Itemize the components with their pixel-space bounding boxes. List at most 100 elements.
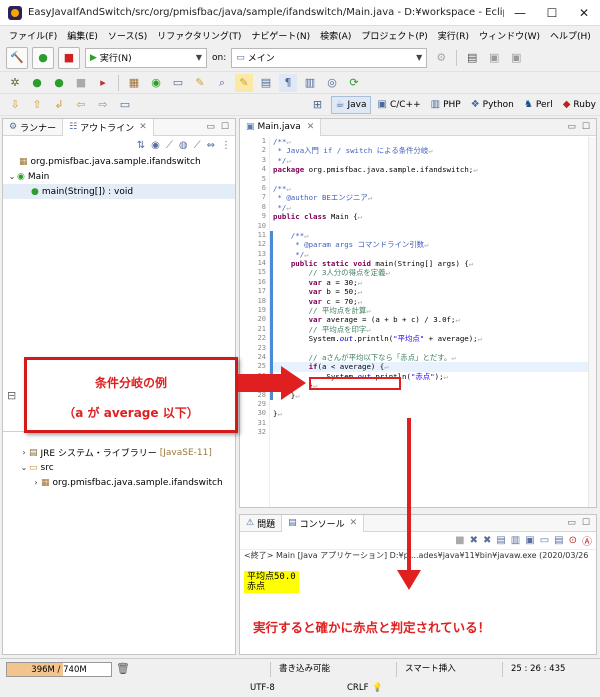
new-icon[interactable]: ▤ bbox=[463, 49, 481, 67]
expand-chevron-icon[interactable]: ⌄ bbox=[19, 463, 29, 472]
hide-local-icon[interactable]: ⟋ bbox=[194, 140, 201, 151]
next-annotation-icon[interactable]: ⇩ bbox=[6, 96, 24, 114]
run-icon[interactable]: ● bbox=[28, 74, 46, 92]
code-line[interactable]: }↵ bbox=[273, 391, 596, 400]
open-type-icon[interactable]: ▭ bbox=[169, 74, 187, 92]
editor-scrollbar[interactable] bbox=[588, 137, 596, 507]
back-arrow-icon[interactable]: ⇦ bbox=[72, 96, 90, 114]
close-icon[interactable]: ✕ bbox=[350, 518, 358, 528]
close-icon[interactable]: ✕ bbox=[307, 122, 315, 132]
stop-icon[interactable]: ■ bbox=[58, 46, 80, 69]
code-line[interactable]: /**↵ bbox=[273, 137, 596, 146]
code-line[interactable]: public static void main(String[] args) {… bbox=[273, 259, 596, 268]
menu-run[interactable]: 実行(R) bbox=[433, 29, 474, 42]
menu-edit[interactable]: 編集(E) bbox=[62, 29, 103, 42]
external-tools-icon[interactable]: ▸ bbox=[94, 74, 112, 92]
menu-window[interactable]: ウィンドウ(W) bbox=[474, 29, 545, 42]
minimize-icon[interactable]: ▭ bbox=[567, 518, 576, 528]
remove-launch-icon[interactable]: ✖ bbox=[470, 535, 478, 546]
minimize-icon[interactable]: ▭ bbox=[206, 122, 215, 132]
new-class-icon[interactable]: ◉ bbox=[147, 74, 165, 92]
menu-source[interactable]: ソース(S) bbox=[103, 29, 152, 42]
code-line[interactable]: var average = (a + b + c) / 3.0f;↵ bbox=[273, 315, 596, 324]
block-select-icon[interactable]: ▥ bbox=[301, 74, 319, 92]
open-perspective-icon[interactable]: ⊞ bbox=[309, 96, 327, 114]
code-line[interactable]: /**↵ bbox=[273, 184, 596, 193]
perspective-php[interactable]: ▥ PHP bbox=[427, 96, 465, 114]
code-line[interactable]: * Java入門 if / switch による条件分岐↵ bbox=[273, 146, 596, 155]
tree-item-package-src[interactable]: › ▦ org.pmisfbac.java.sample.ifandswitch bbox=[3, 475, 235, 490]
coverage-icon[interactable]: ● bbox=[50, 74, 68, 92]
tree-item-class[interactable]: ⌄ ◉ Main bbox=[3, 169, 235, 184]
editor-body[interactable]: 1 2 3 4 5 6 7 8 9 10 11 12 13 14 15 16 17 18 19 20 21 22 23 24 2… bbox=[240, 137, 596, 507]
gear-icon[interactable]: ⚙ bbox=[432, 49, 450, 67]
pin-console-icon[interactable]: ▣ bbox=[525, 535, 534, 546]
display-console-icon[interactable]: ▭ bbox=[540, 535, 549, 546]
save-icon[interactable]: ▣ bbox=[485, 49, 503, 67]
forward-arrow-icon[interactable]: ⇨ bbox=[94, 96, 112, 114]
save-all-icon[interactable]: ▣ bbox=[507, 49, 525, 67]
tab-console[interactable]: ▤ コンソール ✕ bbox=[281, 514, 365, 532]
highlight-icon[interactable]: ✎ bbox=[235, 73, 253, 92]
perspective-perl[interactable]: ♞ Perl bbox=[520, 96, 557, 114]
word-wrap-icon[interactable]: ▥ bbox=[511, 535, 520, 546]
new-java-project-icon[interactable]: ▦ bbox=[125, 74, 143, 92]
package-explorer-icon[interactable]: ⊟ bbox=[7, 389, 16, 402]
code-line[interactable]: */↵ bbox=[273, 250, 596, 259]
tree-item-src[interactable]: ⌄ ▭ src bbox=[3, 460, 235, 475]
code-line[interactable]: }↵ bbox=[273, 409, 596, 418]
hide-nonpublic-icon[interactable]: ◍ bbox=[179, 140, 188, 151]
code-line[interactable]: var c = 70;↵ bbox=[273, 297, 596, 306]
perspective-python[interactable]: ❖ Python bbox=[467, 96, 518, 114]
tab-runner[interactable]: ⚙ ランナー bbox=[3, 119, 62, 136]
search-icon[interactable]: ⌕ bbox=[213, 74, 231, 92]
code-line[interactable] bbox=[273, 428, 596, 437]
home-icon[interactable]: ⊙ bbox=[569, 535, 577, 546]
menu-project[interactable]: プロジェクト(P) bbox=[356, 29, 432, 42]
maximize-button[interactable]: ☐ bbox=[536, 6, 568, 20]
toggle-mark-icon[interactable]: ▤ bbox=[257, 74, 275, 92]
refresh-icon[interactable]: ⟳ bbox=[345, 74, 363, 92]
code-line[interactable]: if(a < average) {↵ bbox=[273, 362, 596, 372]
hide-fields-icon[interactable]: ◉ bbox=[151, 140, 160, 151]
terminate-icon[interactable]: ■ bbox=[72, 74, 90, 92]
menu-navigate[interactable]: ナビゲート(N) bbox=[246, 29, 315, 42]
minimize-icon[interactable]: ▭ bbox=[567, 122, 576, 132]
code-line[interactable]: var a = 30;↵ bbox=[273, 278, 596, 287]
terminate-icon[interactable]: ■ bbox=[455, 535, 464, 546]
heap-status[interactable]: 396M / 740M bbox=[6, 662, 112, 677]
perspective-java[interactable]: ☕ Java bbox=[330, 95, 372, 114]
code-line[interactable]: // 平均点を印字↵ bbox=[273, 325, 596, 334]
tab-problems[interactable]: ⚠ 問題 bbox=[240, 515, 281, 532]
menu-refactor[interactable]: リファクタリング(T) bbox=[152, 29, 246, 42]
code-line[interactable]: */↵ bbox=[273, 203, 596, 212]
pen-icon[interactable]: ✎ bbox=[191, 74, 209, 92]
code-line[interactable]: * @author BEエンジニア↵ bbox=[273, 193, 596, 202]
expand-chevron-icon[interactable]: › bbox=[19, 448, 29, 457]
link-icon[interactable]: ⇔ bbox=[207, 140, 215, 151]
minimize-button[interactable]: — bbox=[504, 6, 536, 20]
code-line[interactable]: public class Main {↵ bbox=[273, 212, 596, 221]
code-line[interactable] bbox=[273, 344, 596, 353]
code-line[interactable]: // 平均点を計算↵ bbox=[273, 306, 596, 315]
pin-editor-icon[interactable]: ▭ bbox=[116, 96, 134, 114]
hide-static-icon[interactable]: ⟋ bbox=[166, 140, 173, 151]
open-console-icon[interactable]: ▤ bbox=[554, 535, 563, 546]
tree-item-package[interactable]: ▦ org.pmisfbac.java.sample.ifandswitch bbox=[3, 154, 235, 169]
expand-chevron-icon[interactable]: ⌄ bbox=[7, 172, 17, 181]
code-line[interactable]: var b = 50;↵ bbox=[273, 287, 596, 296]
web-browser-icon[interactable]: ◎ bbox=[323, 74, 341, 92]
perspective-ruby[interactable]: ◆ Ruby bbox=[559, 96, 600, 114]
code-line[interactable]: /**↵ bbox=[273, 231, 596, 240]
sort-icon[interactable]: ⇅ bbox=[137, 140, 145, 151]
maximize-icon[interactable]: ☐ bbox=[221, 122, 229, 132]
code-line[interactable]: * @param args コマンドライン引数↵ bbox=[273, 240, 596, 249]
debug-bug-icon[interactable]: ✲ bbox=[6, 74, 24, 92]
tab-main-java[interactable]: ▣ Main.java ✕ bbox=[240, 118, 322, 136]
amazon-icon[interactable]: Ⓐ bbox=[582, 533, 592, 548]
code-line[interactable] bbox=[273, 222, 596, 231]
prev-annotation-icon[interactable]: ⇧ bbox=[28, 96, 46, 114]
code-area[interactable]: /**↵ * Java入門 if / switch による条件分岐↵ */↵ pa… bbox=[270, 137, 596, 507]
code-line[interactable] bbox=[273, 175, 596, 184]
run-icon[interactable]: ● bbox=[32, 46, 54, 69]
